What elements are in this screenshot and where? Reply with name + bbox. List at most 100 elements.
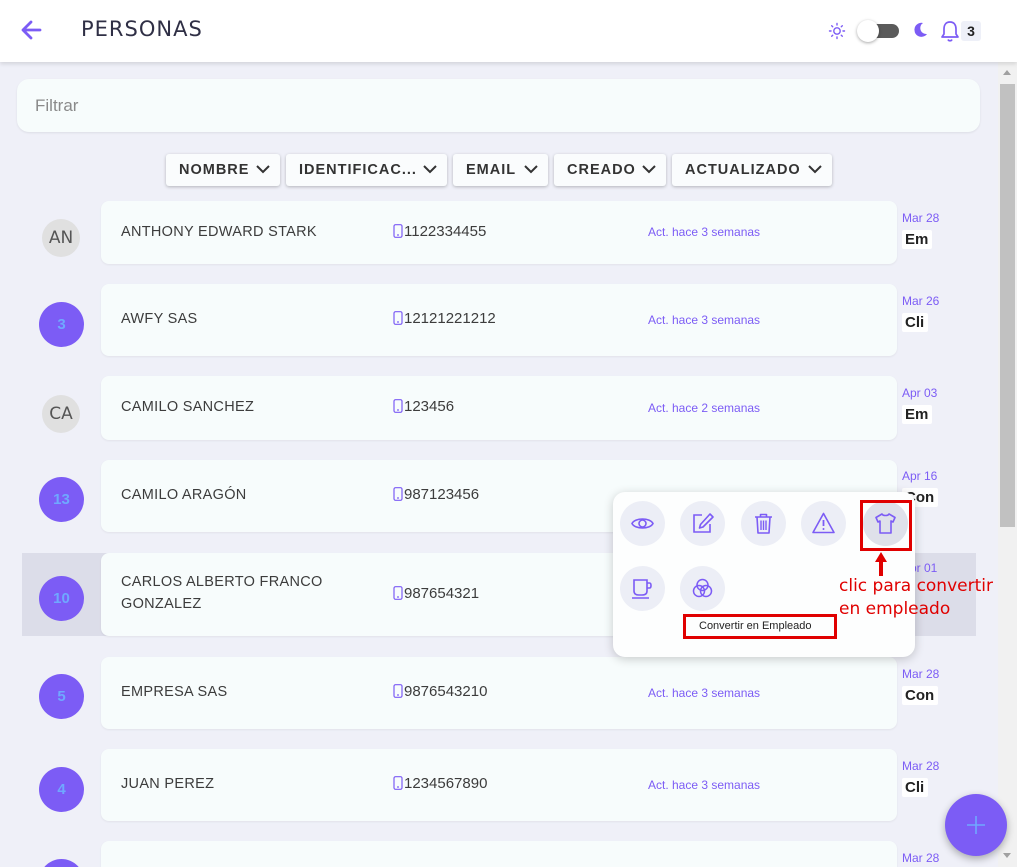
sort-by-created-button[interactable]: CREADO: [554, 154, 666, 186]
annotation-line-2: en empleado: [839, 599, 951, 619]
created-date: Mar 28: [902, 851, 940, 865]
person-phone: 1122334455: [393, 223, 486, 240]
person-name: CAMILO SANCHEZ: [121, 399, 255, 415]
avatar: 13: [39, 477, 84, 522]
avatar: [39, 859, 84, 867]
sort-by-updated-button[interactable]: ACTUALIZADO: [672, 154, 832, 186]
convert-tooltip: Convertir en Empleado: [699, 620, 812, 632]
person-name: ANTHONY EDWARD STARK: [121, 224, 317, 240]
scroll-up-arrow[interactable]: [1003, 70, 1011, 75]
person-card[interactable]: ANTHONY EDWARD STARK 1122334455 Act. hac…: [101, 201, 897, 264]
person-phone: 987654321: [393, 585, 479, 602]
phone-icon: [393, 776, 403, 790]
updated-text: Act. hace 3 semanas: [648, 778, 761, 792]
person-card[interactable]: JUAN PEREZ 1234567890 Act. hace 3 semana…: [101, 749, 897, 821]
report-button[interactable]: [801, 501, 846, 546]
updated-text: Act. hace 2 semanas: [648, 401, 761, 415]
person-phone: 1234567890: [393, 775, 487, 792]
updated-text: Act. hace 3 semanas: [648, 686, 761, 700]
phone-number: 987654321: [404, 585, 480, 602]
sort-by-identification-button[interactable]: IDENTIFICAC...: [286, 154, 447, 186]
trash-icon: [755, 513, 772, 534]
chevron-down-icon: [642, 165, 656, 174]
person-name: CARLOS ALBERTO FRANCO GONZALEZ: [121, 574, 323, 612]
sun-icon: [828, 22, 846, 40]
phone-number: 1122334455: [404, 223, 487, 240]
created-date: Mar 28: [902, 667, 940, 681]
phone-icon: [393, 399, 403, 413]
red-arrow-icon: [875, 552, 887, 576]
person-phone: 12121221212: [393, 310, 496, 327]
phone-number: 1234567890: [404, 775, 488, 792]
warning-icon: [812, 512, 835, 534]
person-card[interactable]: EMPRESA SAS 9876543210 Act. hace 3 seman…: [101, 657, 897, 729]
scrollbar[interactable]: [998, 62, 1017, 867]
add-person-button[interactable]: [945, 794, 1007, 856]
cup-action-button[interactable]: [620, 566, 665, 611]
created-date: Mar 28: [902, 211, 940, 225]
eye-icon: [631, 518, 654, 529]
sort-label: NOMBRE: [179, 162, 250, 178]
chevron-down-icon: [256, 165, 270, 174]
scroll-thumb[interactable]: [1000, 84, 1015, 527]
avatar: 10: [39, 576, 84, 621]
phone-number: 123456: [404, 398, 455, 415]
created-date: Mar 28: [902, 759, 940, 773]
person-name: JUAN PEREZ: [121, 776, 215, 792]
person-card[interactable]: [101, 841, 897, 867]
updated-text: Act. hace 3 semanas: [648, 225, 761, 239]
view-button[interactable]: [620, 501, 665, 546]
sort-by-email-button[interactable]: EMAIL: [453, 154, 548, 186]
top-bar: PERSONAS 3: [0, 0, 1017, 62]
phone-icon: [393, 311, 403, 325]
phone-icon: [393, 487, 403, 501]
avatar: 5: [39, 674, 84, 719]
phone-number: 12121221212: [404, 310, 496, 327]
avatar: AN: [42, 219, 80, 257]
created-date: Apr 03: [902, 386, 938, 400]
updated-text: Act. hace 3 semanas: [648, 313, 761, 327]
edit-button[interactable]: [680, 501, 725, 546]
toggle-knob: [857, 20, 879, 42]
sort-label: EMAIL: [466, 162, 517, 178]
annotation-line-1: clic para convertir: [839, 576, 993, 596]
scroll-down-arrow[interactable]: [1003, 853, 1011, 858]
bell-icon[interactable]: [939, 19, 961, 43]
person-type-badge: Cli: [902, 778, 929, 797]
moon-icon: [914, 22, 927, 37]
filter-input[interactable]: [35, 79, 955, 132]
back-arrow-icon[interactable]: [18, 16, 46, 44]
person-card[interactable]: CAMILO SANCHEZ 123456 Act. hace 2 semana…: [101, 376, 897, 440]
filter-box: [17, 79, 980, 132]
person-name: EMPRESA SAS: [121, 684, 228, 700]
person-name: CAMILO ARAGÓN: [121, 487, 247, 503]
phone-number: 987123456: [404, 486, 480, 503]
sort-label: IDENTIFICAC...: [299, 162, 417, 178]
phone-icon: [393, 684, 403, 698]
theme-toggle[interactable]: [857, 20, 899, 42]
chevron-down-icon: [808, 165, 822, 174]
person-type-badge: Em: [902, 230, 933, 249]
coffee-cup-icon: [632, 579, 652, 599]
person-type-badge: Em: [902, 405, 933, 424]
phone-icon: [393, 586, 403, 600]
plus-icon: [967, 816, 985, 834]
sort-by-name-button[interactable]: NOMBRE: [166, 154, 280, 186]
sort-label: ACTUALIZADO: [685, 162, 801, 178]
chevron-down-icon: [524, 165, 538, 174]
created-date: Mar 26: [902, 294, 940, 308]
sort-label: CREADO: [567, 162, 636, 178]
avatar: 3: [39, 302, 84, 347]
avatar: 4: [39, 767, 84, 812]
person-phone: 9876543210: [393, 683, 487, 700]
notification-count[interactable]: 3: [961, 21, 981, 41]
person-type-badge: Cli: [902, 313, 929, 332]
delete-button[interactable]: [741, 501, 786, 546]
avatar: CA: [42, 395, 80, 433]
created-date: Apr 16: [902, 469, 938, 483]
person-card[interactable]: AWFY SAS 12121221212 Act. hace 3 semanas: [101, 284, 897, 356]
page-title: PERSONAS: [81, 17, 203, 41]
person-name: AWFY SAS: [121, 311, 198, 327]
circles-action-button[interactable]: [680, 566, 725, 611]
edit-icon: [693, 513, 714, 533]
